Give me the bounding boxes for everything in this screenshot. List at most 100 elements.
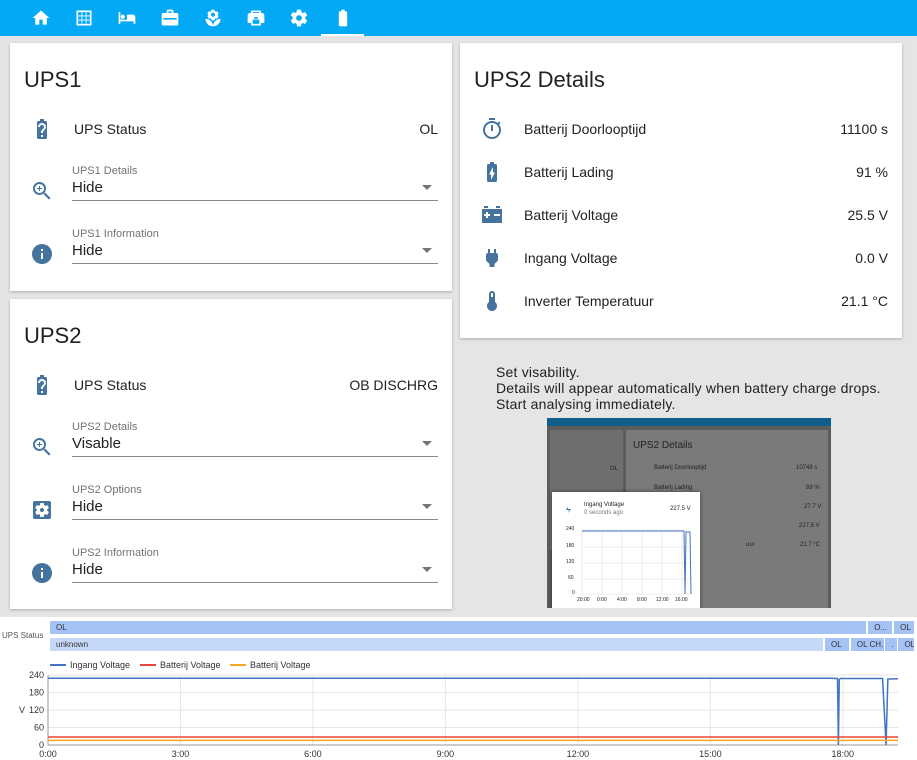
y-tick-label: 120 [29,705,44,715]
ups2-options-value: Hide [72,498,103,515]
battery-charging-icon [480,160,504,184]
timeline-segment[interactable]: OL [825,638,850,651]
tab-home[interactable] [19,0,62,36]
thumbnail-x-tick: 20:00 [577,597,590,603]
ups2-charge-row[interactable]: Batterij Lading 91 % [460,154,902,190]
ups2-details-value: Visable [72,435,121,452]
ups2-temperature-row[interactable]: Inverter Temperatuur 21.1 °C [460,283,902,319]
select-underline [72,519,438,520]
ups2-details-select[interactable]: UPS2 Details Visable [10,421,452,469]
ups2-temperature-value: 21.1 °C [841,293,888,309]
timeline-segment[interactable]: OL CH... [850,638,884,651]
thumbnail-x-tick: 4:00 [617,597,627,603]
thermometer-icon [480,289,504,313]
y-axis-label: V [19,705,25,715]
ups1-status-value: OL [419,121,438,137]
thumbnail-popup-value: 227.5 V [670,506,691,512]
ups1-status-label: UPS Status [74,121,147,137]
dropdown-arrow-icon [422,185,432,190]
ups1-status-row[interactable]: UPS Status OL [10,111,452,147]
ups2-information-select[interactable]: UPS2 Information Hide [10,547,452,595]
ups2-input-voltage-row[interactable]: Ingang Voltage 0.0 V [460,240,902,276]
info-line-3: Start analysing immediately. [496,396,676,412]
y-tick-label: 180 [29,688,44,698]
home-icon [32,10,49,25]
ups1-information-select[interactable]: UPS1 Information Hide [10,228,452,276]
legend-label: Ingang Voltage [70,660,130,670]
thumbnail-x-tick: 8:00 [637,597,647,603]
thumbnail-y-tick: 120 [566,559,575,565]
bed-icon [118,12,135,24]
timeline-segment[interactable]: O... [868,621,893,634]
tab-bedroom[interactable] [105,0,148,36]
ups2-battery-voltage-row[interactable]: Batterij Voltage 25.5 V [460,197,902,233]
ups2-runtime-label: Batterij Doorlooptijd [524,121,647,137]
thumbnail-y-tick: 240 [566,526,575,532]
info-text: Set visability. Details will appear auto… [496,364,881,412]
series-line [48,677,899,746]
thumbnail-popup-subtitle: 0 seconds ago [584,510,624,516]
ups2-details-card: UPS2 Details Batterij Doorlooptijd 11100… [460,43,902,338]
tab-battery[interactable] [321,0,364,36]
ups2-information-label: UPS2 Information [72,547,159,559]
gear-icon [290,9,307,27]
timeline-segment[interactable]: OL [50,621,867,634]
tab-work[interactable] [148,0,191,36]
ups1-details-label: UPS1 Details [72,165,138,177]
thumbnail-toolbar [547,418,831,426]
y-tick-label: 60 [34,723,44,733]
solar-panel-icon [76,10,91,26]
zoom-in-icon [30,179,54,203]
thumbnail-row-value: 89 % [806,485,820,491]
tab-settings[interactable] [277,0,320,36]
ups1-card: UPS1 UPS Status OL UPS1 Details Hide UPS… [10,43,452,291]
ups1-details-value: Hide [72,179,103,196]
printer-3d-icon [247,10,264,26]
thumbnail-grid [581,529,692,595]
thumbnail-row-label: uur [746,542,755,548]
ups-status-timeline[interactable]: UPS Status OLO...OL unknownOLOL CH....OL [0,617,917,655]
ups2-status-value: OB DISCHRG [349,377,438,393]
voltage-history-chart[interactable]: 0 60 120 180 240 0:00 3:00 6:00 9:00 12:00 15:00 18… [0,655,917,760]
thumbnail-row-label: Batterij Lading [654,485,693,491]
ups2-options-select[interactable]: UPS2 Options Hide [10,484,452,532]
ups2-status-row[interactable]: UPS Status OB DISCHRG [10,367,452,403]
tab-3d-printer[interactable] [234,0,277,36]
thumbnail-row-value: 27.7 V [804,504,822,510]
timeline-label: UPS Status [2,631,44,640]
timeline-segment[interactable]: unknown [50,638,824,651]
tab-garden[interactable] [191,0,234,36]
timeline-segment[interactable]: OL [894,621,914,634]
thumbnail-row-value: 227.5 V [799,523,820,529]
timeline-segment[interactable]: OL [898,638,914,651]
ups2-input-voltage-label: Ingang Voltage [524,250,618,266]
y-tick-label: 240 [29,670,44,680]
ups2-runtime-value: 11100 s [840,121,888,137]
briefcase-icon [161,9,178,26]
legend-label: Batterij Voltage [160,660,221,670]
ups1-title: UPS1 [24,67,82,92]
x-tick-label: 0:00 [39,749,57,759]
thumbnail-row-value: 21.7 °C [800,542,821,548]
tab-solar[interactable] [62,0,105,36]
dropdown-arrow-icon [422,504,432,509]
ups2-information-value: Hide [72,561,103,578]
flower-icon [205,9,220,27]
ups2-charge-label: Batterij Lading [524,164,614,180]
select-underline [72,582,438,583]
x-tick-label: 3:00 [172,749,190,759]
battery-unknown-icon [30,373,54,397]
timeline-segment[interactable]: . [885,638,897,651]
ups1-information-value: Hide [72,242,103,259]
thumbnail-series-line [582,530,692,595]
information-icon [30,561,54,585]
settings-box-icon [30,498,54,522]
information-icon [30,242,54,266]
ups2-details-title: UPS2 Details [474,67,605,92]
thumbnail-plug-icon [566,507,571,513]
power-plug-icon [480,246,504,270]
ups2-runtime-row[interactable]: Batterij Doorlooptijd 11100 s [460,111,902,147]
voltage-chart-svg: 0601201802400:00 3:00 6:00 9:00 12:00 15:00 18… [19,660,899,759]
ups1-details-select[interactable]: UPS1 Details Hide [10,165,452,213]
ups2-battery-voltage-value: 25.5 V [847,207,888,223]
